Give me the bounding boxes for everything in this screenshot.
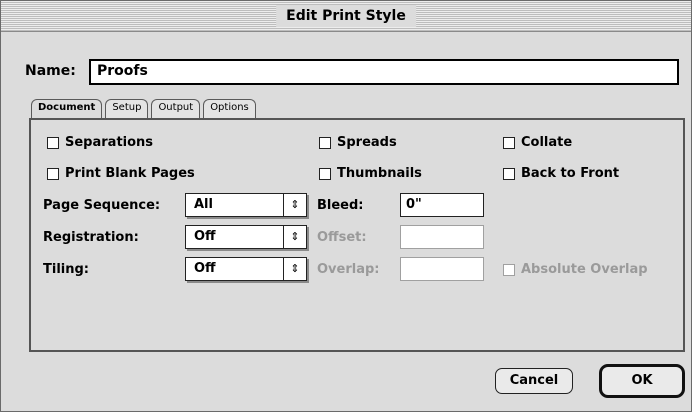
absolute-overlap-label: Absolute Overlap xyxy=(521,262,648,277)
tab-document[interactable]: Document xyxy=(31,99,103,120)
bleed-field[interactable]: 0" xyxy=(400,193,484,217)
spreads-checkbox[interactable]: Spreads xyxy=(319,135,397,150)
cancel-button[interactable]: Cancel xyxy=(495,368,573,394)
registration-value: Off xyxy=(194,229,216,244)
checkbox-icon xyxy=(503,136,515,149)
spreads-label: Spreads xyxy=(337,135,397,150)
back-to-front-checkbox[interactable]: Back to Front xyxy=(503,166,619,181)
separations-label: Separations xyxy=(65,135,154,150)
absolute-overlap-checkbox[interactable]: Absolute Overlap xyxy=(503,262,648,277)
checkbox-icon xyxy=(47,167,59,180)
overlap-label: Overlap: xyxy=(317,262,380,277)
overlap-field[interactable] xyxy=(400,257,484,281)
tab-bar: Document Setup Output Options xyxy=(31,99,256,120)
popup-arrows-icon: ⇕ xyxy=(283,194,306,216)
print-blank-pages-checkbox[interactable]: Print Blank Pages xyxy=(47,166,195,181)
registration-label: Registration: xyxy=(43,230,139,245)
thumbnails-label: Thumbnails xyxy=(337,166,422,181)
tab-setup[interactable]: Setup xyxy=(105,99,149,119)
offset-label: Offset: xyxy=(317,230,367,245)
tab-output[interactable]: Output xyxy=(151,99,201,119)
tiling-value: Off xyxy=(194,261,216,276)
tab-options[interactable]: Options xyxy=(203,99,256,119)
collate-checkbox[interactable]: Collate xyxy=(503,135,572,150)
tiling-popup[interactable]: Off ⇕ xyxy=(185,257,307,281)
checkbox-icon xyxy=(503,167,515,180)
print-blank-pages-label: Print Blank Pages xyxy=(65,166,195,181)
window-title: Edit Print Style xyxy=(276,5,416,27)
page-sequence-label: Page Sequence: xyxy=(43,198,161,213)
checkbox-icon xyxy=(319,167,331,180)
registration-popup[interactable]: Off ⇕ xyxy=(185,225,307,249)
thumbnails-checkbox[interactable]: Thumbnails xyxy=(319,166,422,181)
tiling-label: Tiling: xyxy=(43,262,89,277)
separations-checkbox[interactable]: Separations xyxy=(47,135,153,150)
popup-arrows-icon: ⇕ xyxy=(283,226,306,248)
collate-label: Collate xyxy=(521,135,573,150)
ok-button[interactable]: OK xyxy=(599,364,685,398)
back-to-front-label: Back to Front xyxy=(521,166,620,181)
name-label: Name: xyxy=(25,63,76,79)
checkbox-icon xyxy=(47,136,59,149)
page-sequence-popup[interactable]: All ⇕ xyxy=(185,193,307,217)
edit-print-style-dialog: Edit Print Style Name: Proofs Document S… xyxy=(0,0,692,412)
bleed-label: Bleed: xyxy=(317,198,364,213)
popup-arrows-icon: ⇕ xyxy=(283,258,306,280)
checkbox-icon xyxy=(503,263,515,276)
offset-field[interactable] xyxy=(400,225,484,249)
checkbox-icon xyxy=(319,136,331,149)
title-bar[interactable]: Edit Print Style xyxy=(1,1,691,32)
page-sequence-value: All xyxy=(194,197,213,212)
name-field[interactable]: Proofs xyxy=(89,59,679,85)
